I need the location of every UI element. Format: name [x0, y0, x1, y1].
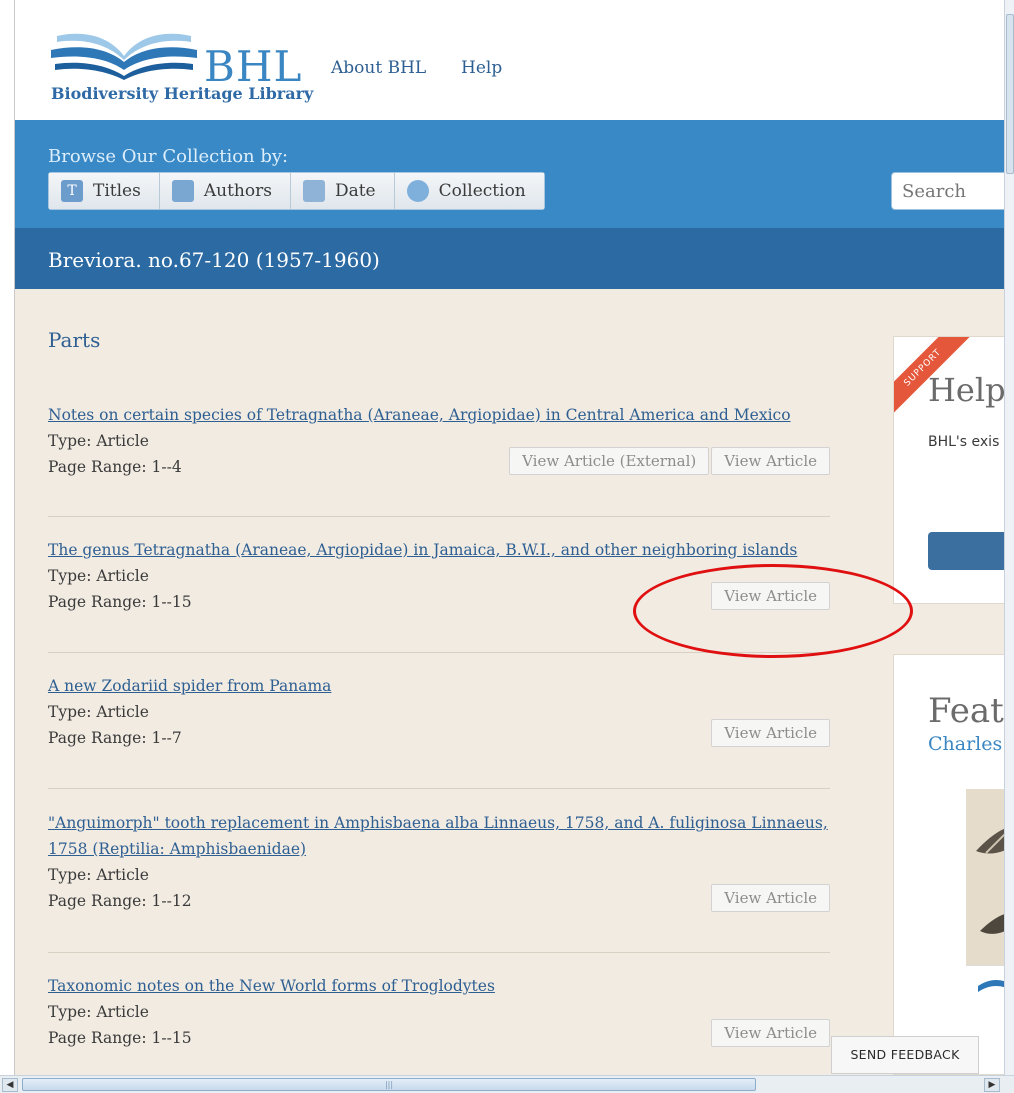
tab-label: Authors [203, 181, 272, 201]
vertical-scrollbar[interactable] [1004, 0, 1014, 1075]
part-title-link[interactable]: A new Zodariid spider from Panama [48, 673, 830, 699]
tab-label: Titles [93, 181, 141, 201]
page-title: Breviora. no.67-120 (1957-1960) [48, 248, 380, 272]
view-article-button[interactable]: View Article [711, 884, 830, 912]
scroll-left-arrow-icon[interactable]: ◀ [2, 1078, 18, 1092]
search-input[interactable] [891, 172, 1004, 210]
tab-titles[interactable]: T Titles [49, 173, 160, 209]
bird-illustration-icon [976, 829, 1004, 934]
part-title-link[interactable]: The genus Tetragnatha (Araneae, Argiopid… [48, 537, 830, 563]
support-text: BHL's exis of its patro resource a [928, 434, 1004, 450]
tab-label: Date [334, 181, 376, 201]
featured-subtitle[interactable]: Charles [928, 733, 1002, 755]
tab-date[interactable]: Date [290, 173, 395, 209]
part-item: "Anguimorph" tooth replacement in Amphis… [48, 810, 830, 914]
horizontal-scroll-thumb[interactable]: ||| [22, 1078, 756, 1091]
collection-icon [406, 180, 429, 202]
bhl-small-logo-icon [978, 980, 1004, 992]
authors-icon [171, 180, 194, 202]
support-box: SUPPORT Help BHL's exis of its patro res… [893, 336, 1004, 604]
part-divider [48, 516, 830, 517]
tab-label: Collection [438, 181, 526, 201]
scroll-right-arrow-icon[interactable]: ▶ [984, 1078, 1000, 1092]
title-band: Breviora. no.67-120 (1957-1960) [15, 228, 1004, 289]
browse-label: Browse Our Collection by: [48, 146, 289, 167]
part-divider [48, 952, 830, 953]
part-item: Taxonomic notes on the New World forms o… [48, 973, 830, 1051]
part-title-link[interactable]: "Anguimorph" tooth replacement in Amphis… [48, 810, 830, 862]
horizontal-scrollbar[interactable]: ◀ ||| ▶ [0, 1075, 1014, 1093]
logo-subtitle: Biodiversity Heritage Library [51, 84, 314, 103]
browse-band: Browse Our Collection by: T Titles Autho… [15, 120, 1004, 228]
part-item: Notes on certain species of Tetragnatha … [48, 402, 830, 480]
nav-help[interactable]: Help [461, 58, 502, 78]
tab-authors[interactable]: Authors [159, 173, 291, 209]
featured-heading: Featu [928, 691, 1004, 731]
send-feedback-button[interactable]: SEND FEEDBACK [831, 1036, 979, 1074]
part-divider [48, 788, 830, 789]
part-title-link[interactable]: Taxonomic notes on the New World forms o… [48, 973, 830, 999]
browse-tabs: T Titles Authors Date Collection [48, 172, 545, 210]
titles-icon: T [61, 180, 83, 202]
part-item: A new Zodariid spider from Panama Type: … [48, 673, 830, 751]
highlight-ellipse [633, 564, 913, 658]
view-article-button[interactable]: View Article [711, 719, 830, 747]
view-article-button[interactable]: View Article [711, 447, 830, 475]
bhl-logo[interactable]: BHL Biodiversity Heritage Library [49, 26, 313, 108]
featured-thumbnail [966, 965, 1004, 1021]
date-icon [302, 180, 325, 202]
site-header: BHL Biodiversity Heritage Library About … [15, 0, 1004, 120]
donate-button[interactable] [928, 532, 1004, 570]
browser-viewport: BHL Biodiversity Heritage Library About … [14, 0, 1004, 1075]
parts-heading: Parts [48, 328, 101, 352]
tab-collection[interactable]: Collection [394, 173, 544, 209]
part-title-link[interactable]: Notes on certain species of Tetragnatha … [48, 402, 830, 428]
nav-about-bhl[interactable]: About BHL [331, 58, 426, 78]
view-article-button[interactable]: View Article [711, 1019, 830, 1047]
open-book-icon [51, 33, 197, 80]
view-article-external-button[interactable]: View Article (External) [509, 447, 710, 475]
featured-image[interactable] [966, 789, 1004, 965]
support-heading: Help [928, 371, 1004, 409]
featured-box: Featu Charles [893, 654, 1004, 1075]
vertical-scroll-thumb[interactable] [1006, 14, 1014, 174]
